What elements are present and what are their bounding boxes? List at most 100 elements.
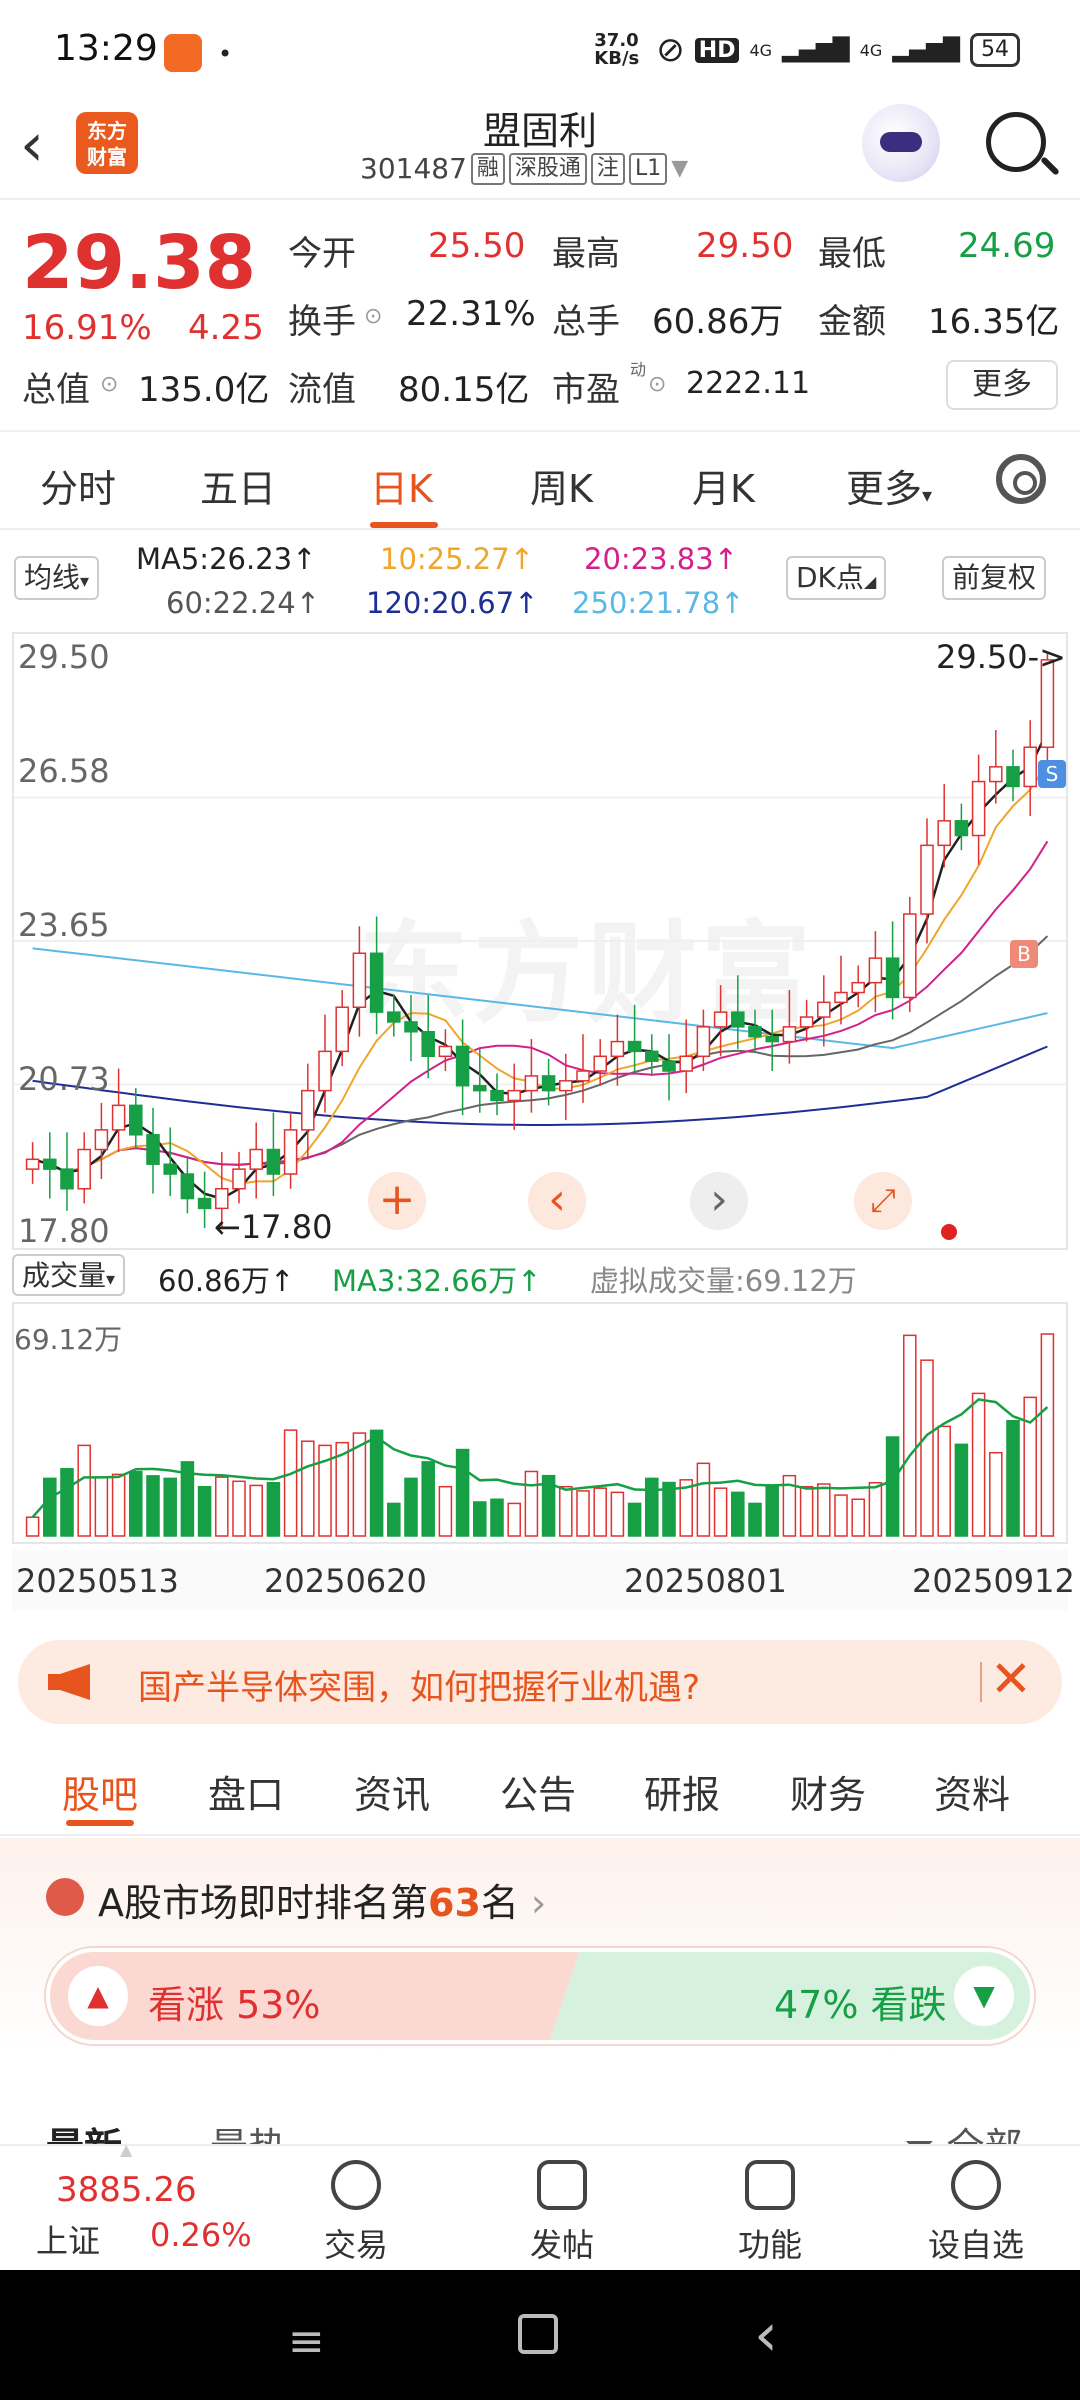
gear-icon[interactable]: [996, 454, 1046, 504]
arrow-up-icon[interactable]: ▲: [68, 1966, 128, 2026]
candle-23: [421, 1031, 435, 1058]
assistant-robot-icon[interactable]: [862, 104, 940, 182]
search-icon[interactable]: [986, 112, 1046, 172]
status-icons: 37.0 KB/s ⊘ HD 4G ▂▄▆█ 4G ▂▄▆█ 54: [594, 30, 1020, 70]
scroll-right-button[interactable]: ›: [690, 1172, 748, 1230]
trade-button[interactable]: 交易: [286, 2160, 426, 2266]
kline-chart[interactable]: 东方财富 29.50 26.58 23.65 20.73 17.80 29.50…: [12, 632, 1068, 1250]
date-label-2: 20250620: [264, 1562, 427, 1600]
volume-bar-53: [937, 1425, 951, 1537]
candle-51: [903, 913, 917, 999]
volume-bar-33: [593, 1487, 607, 1537]
tab-research[interactable]: 研报: [644, 1764, 720, 1819]
volume-bar-24: [438, 1485, 453, 1537]
candle-33: [593, 1055, 607, 1072]
open-value: 25.50: [428, 226, 526, 266]
grid-icon: [745, 2160, 795, 2210]
volume-select[interactable]: 成交量▾: [12, 1254, 126, 1296]
ranking-text[interactable]: A股市场即时排名第63名 ›: [98, 1872, 546, 1927]
more-quote-button[interactable]: 更多: [946, 360, 1058, 410]
add-watchlist-button[interactable]: 设自选: [906, 2160, 1046, 2266]
tag-registered: 注: [590, 152, 625, 185]
tab-forum[interactable]: 股吧: [62, 1764, 138, 1819]
turnover-info-icon[interactable]: ⊙: [364, 304, 382, 329]
ma120-value: 120:20.67↑: [366, 586, 539, 620]
tab-daily-k[interactable]: 日K: [370, 458, 433, 513]
volume-bar-27: [490, 1498, 504, 1537]
ma-legend: 均线▾ MA5:26.23↑ 10:25.27↑ 20:23.83↑ 60:22…: [0, 532, 1080, 632]
sell-marker[interactable]: S: [1038, 760, 1066, 788]
pe-label: 市盈: [552, 370, 620, 410]
feature-tabs: 股吧 盘口 资讯 公告 研报 财务 资料: [0, 1738, 1080, 1836]
pe-info-icon[interactable]: ⊙: [648, 372, 666, 397]
tag-margin: 融: [470, 152, 505, 185]
date-label-1: 20250513: [16, 1562, 179, 1600]
volume-chart[interactable]: 69.12万: [12, 1302, 1068, 1544]
indicator-select[interactable]: 均线▾: [14, 556, 100, 600]
tab-monthly-k[interactable]: 月K: [692, 458, 755, 513]
candle-14: [266, 1148, 281, 1175]
mktcap-info-icon[interactable]: ⊙: [100, 372, 118, 397]
tab-profile[interactable]: 资料: [934, 1764, 1010, 1819]
tab-weekly-k[interactable]: 周K: [530, 458, 593, 513]
functions-button[interactable]: 功能: [700, 2160, 840, 2266]
candle-24: [438, 1045, 453, 1058]
y-label-2: 26.58: [18, 752, 110, 790]
scroll-left-button[interactable]: ‹: [528, 1172, 586, 1230]
candle-2: [60, 1168, 74, 1190]
date-label-4: 20250912: [912, 1562, 1075, 1600]
turnover-value: 22.31%: [406, 294, 536, 334]
tab-orderbook[interactable]: 盘口: [208, 1764, 284, 1819]
candle-15: [283, 1129, 298, 1175]
candle-55: [971, 780, 986, 837]
net-speed: 37.0 KB/s: [594, 30, 640, 69]
collapse-handle-icon[interactable]: ▲: [120, 2140, 132, 2159]
stock-code-row[interactable]: 301487 融 深股通 注 L1 ▼: [360, 152, 688, 185]
tab-five-day[interactable]: 五日: [200, 458, 276, 513]
menu-icon[interactable]: ≡: [288, 2316, 325, 2367]
back-nav-icon[interactable]: ‹: [754, 2300, 778, 2370]
candle-28: [507, 1089, 521, 1102]
tab-more[interactable]: 更多▾: [846, 458, 932, 513]
close-icon[interactable]: ✕: [990, 1650, 1032, 1708]
zoom-in-button[interactable]: +: [368, 1172, 426, 1230]
buy-marker[interactable]: B: [1010, 940, 1038, 968]
last-price: 29.38: [22, 220, 257, 306]
post-button[interactable]: 发帖: [492, 2160, 632, 2266]
dropdown-icon[interactable]: ▼: [671, 156, 688, 181]
volume-value: 60.86万: [652, 302, 784, 342]
adjust-select[interactable]: 前复权: [942, 556, 1047, 600]
hd-icon: HD: [694, 37, 740, 63]
candle-47: [834, 991, 848, 1004]
dk-point-select[interactable]: DK点◢: [786, 556, 887, 600]
volume-bar-21: [387, 1502, 401, 1537]
bottom-toolbar: ▲ 3885.26 上证 0.26% 交易 发帖 功能 设自选: [0, 2140, 1080, 2270]
change-percent: 16.91%: [22, 308, 152, 348]
fullscreen-icon[interactable]: ⤢: [854, 1172, 912, 1230]
tab-intraday[interactable]: 分时: [40, 458, 116, 513]
candle-3: [77, 1148, 91, 1190]
tab-news[interactable]: 资讯: [354, 1764, 430, 1819]
volume-bar-12: [232, 1480, 246, 1537]
battery-icon: 54: [970, 33, 1020, 67]
home-icon[interactable]: [518, 2314, 558, 2354]
index-price[interactable]: 3885.26: [56, 2170, 197, 2210]
ranking-section: A股市场即时排名第63名 › ▲ 看涨 53% 47% 看跌 ▼ 最新⌄ 最热 …: [0, 1838, 1080, 2169]
arrow-down-icon[interactable]: ▼: [954, 1966, 1014, 2026]
volume-bar-14: [266, 1482, 281, 1537]
tab-financials[interactable]: 财务: [790, 1764, 866, 1819]
candle-53: [937, 820, 951, 847]
volume-bar-34: [610, 1491, 625, 1537]
tab-announcements[interactable]: 公告: [500, 1764, 576, 1819]
mktcap-value: 135.0亿: [138, 370, 270, 410]
candle-46: [817, 1001, 831, 1018]
candle-45: [799, 1016, 814, 1028]
virtual-volume-value: 虚拟成交量:69.12万: [590, 1264, 857, 1298]
candle-4: [94, 1129, 109, 1151]
turnover-label: 换手: [288, 302, 356, 342]
promo-banner[interactable]: 国产半导体突围，如何把握行业机遇? ✕: [18, 1640, 1062, 1724]
high-label: 最高: [552, 234, 620, 274]
candle-29: [524, 1075, 539, 1092]
yen-icon: [331, 2160, 381, 2210]
volume-bar-43: [765, 1484, 779, 1537]
